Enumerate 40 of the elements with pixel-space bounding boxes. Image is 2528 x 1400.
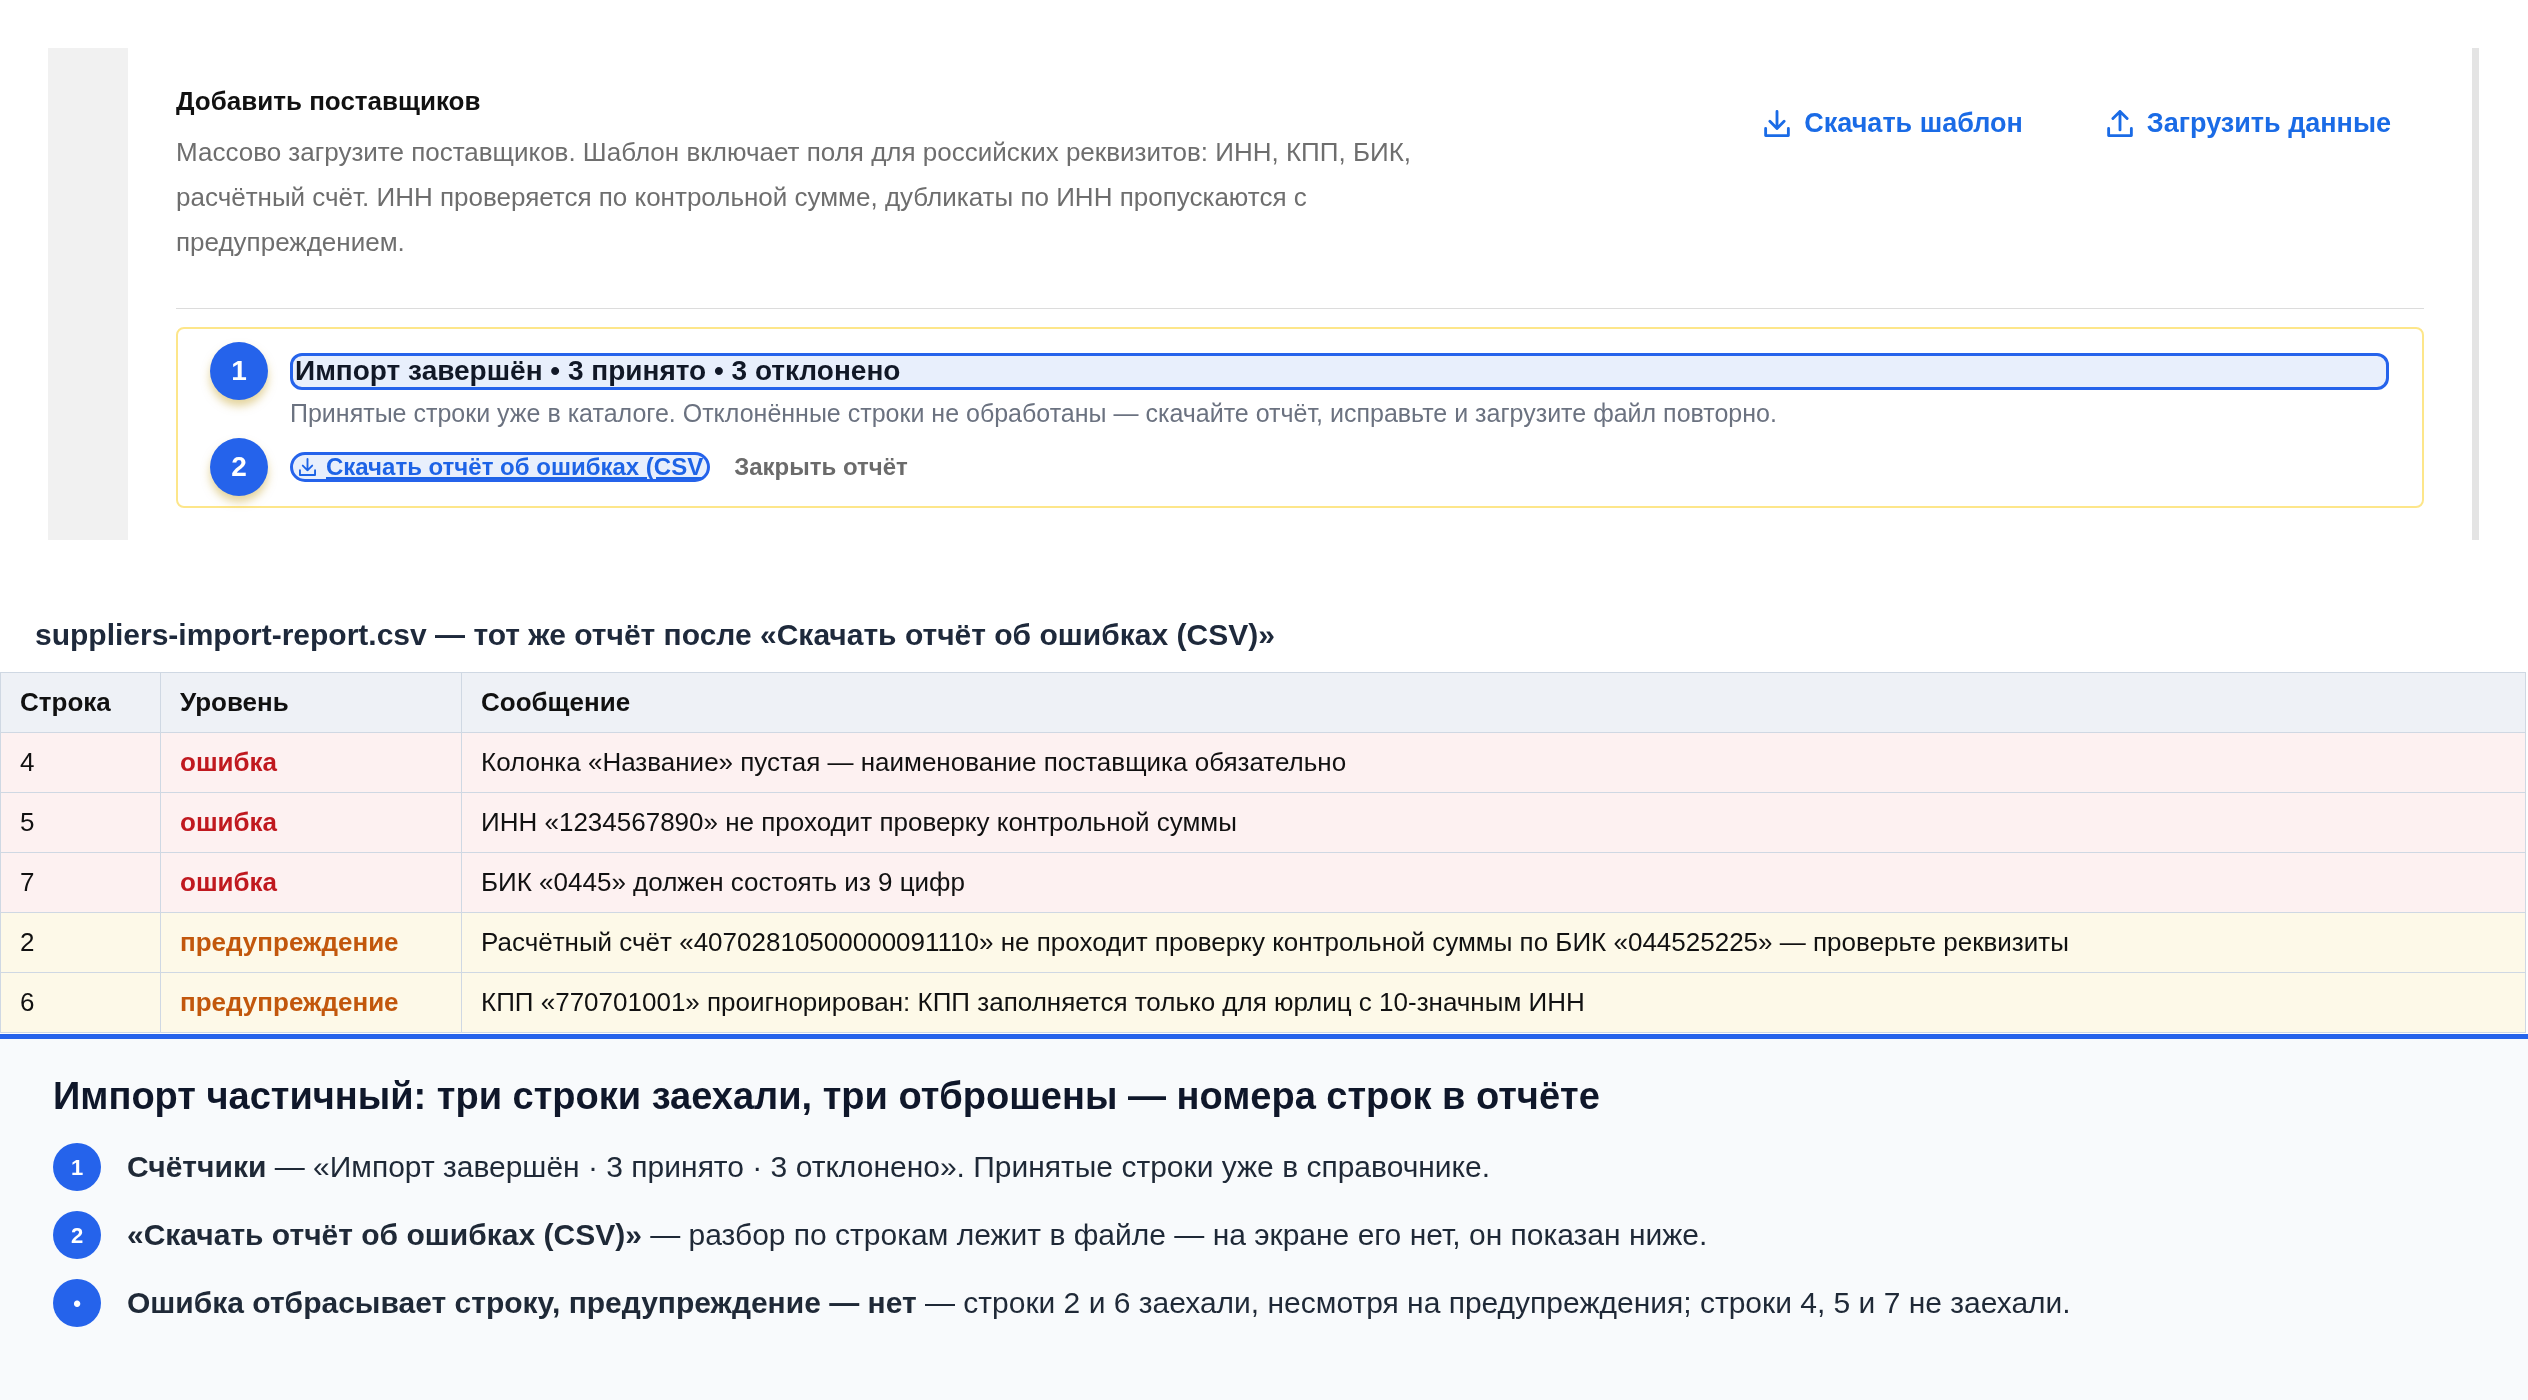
scrollbar[interactable] bbox=[2472, 48, 2479, 540]
table-cell: Расчётный счёт «40702810500000091110» не проходит проверку контрольной суммы по БИК «044525225» — проверьте реквизиты bbox=[461, 912, 2526, 973]
card-description: Массово загрузите поставщиков. Шаблон включает поля для российских реквизитов: ИНН, КПП, БИК, расчётный счёт. ИНН проверяется по контрольной сумме, дубликаты по ИНН пропускаются с предупреждением. bbox=[176, 136, 1413, 259]
explanation-text: Ошибка отбрасывает строку, предупреждение — нет — строки 2 и 6 заехали, несмотря на предупреждения; строки 4, 5 и 7 не заехали. bbox=[127, 1285, 2071, 1321]
download-icon bbox=[1764, 109, 1791, 137]
import-note: Принятые строки уже в каталоге. Отклонённые строки не обработаны — скачайте отчёт, исправьте и загрузите файл повторно. bbox=[290, 400, 1778, 426]
download-template-link[interactable]: Скачать шаблон bbox=[1764, 106, 2023, 140]
download-error-report-button[interactable]: Скачать отчёт об ошибках (CSV bbox=[290, 452, 711, 482]
import-summary: Импорт завершён • 3 принято • 3 отклонено bbox=[290, 352, 2389, 390]
severity-cell: ошибка bbox=[160, 792, 462, 853]
table-cell: 6 bbox=[0, 972, 161, 1033]
close-report-link[interactable]: Закрыть отчёт bbox=[734, 449, 908, 485]
report-caption: suppliers-import-report.csv — тот же отчёт после «Скачать отчёт об ошибках (CSV)» bbox=[34, 617, 1276, 653]
column-header: Строка bbox=[0, 672, 161, 733]
explanation-text: Счётчики — «Импорт завершён · 3 принято · 3 отклонено». Принятые строки уже в справочнике. bbox=[127, 1149, 1491, 1185]
callout-number: 1 bbox=[210, 342, 268, 400]
callout-number: 2 bbox=[210, 438, 268, 496]
table-cell: 2 bbox=[0, 912, 161, 973]
table-cell: Колонка «Название» пустая — наименование поставщика обязательно bbox=[461, 732, 2526, 793]
table-cell: 7 bbox=[0, 852, 161, 913]
table-cell: 5 bbox=[0, 792, 161, 853]
table-cell: БИК «0445» должен состоять из 9 цифр bbox=[461, 852, 2526, 913]
severity-cell: ошибка bbox=[160, 732, 462, 793]
upload-icon bbox=[2106, 109, 2133, 137]
severity-cell: предупреждение bbox=[160, 972, 462, 1033]
table-cell: 4 bbox=[0, 732, 161, 793]
callout-number: 1 bbox=[53, 1143, 101, 1191]
callout-number: • bbox=[53, 1279, 101, 1327]
table-cell: КПП «770701001» проигнорирован: КПП заполняется только для юрлиц с 10-значным ИНН bbox=[461, 972, 2526, 1033]
upload-data-link[interactable]: Загрузить данные bbox=[2106, 106, 2391, 140]
callout-number: 2 bbox=[53, 1211, 101, 1259]
column-header: Сообщение bbox=[461, 672, 2526, 733]
explanation-text: «Скачать отчёт об ошибках (CSV)» — разбор по строкам лежит в файле — на экране его нет, он показан ниже. bbox=[127, 1217, 1708, 1253]
table-cell: ИНН «1234567890» не проходит проверку контрольной суммы bbox=[461, 792, 2526, 853]
severity-cell: ошибка bbox=[160, 852, 462, 913]
column-header: Уровень bbox=[160, 672, 462, 733]
download-icon bbox=[299, 458, 316, 476]
severity-cell: предупреждение bbox=[160, 912, 462, 973]
card-title: Добавить поставщиков bbox=[176, 85, 482, 118]
explanation-title: Импорт частичный: три строки заехали, три отброшены — номера строк в отчёте bbox=[53, 1074, 1601, 1118]
